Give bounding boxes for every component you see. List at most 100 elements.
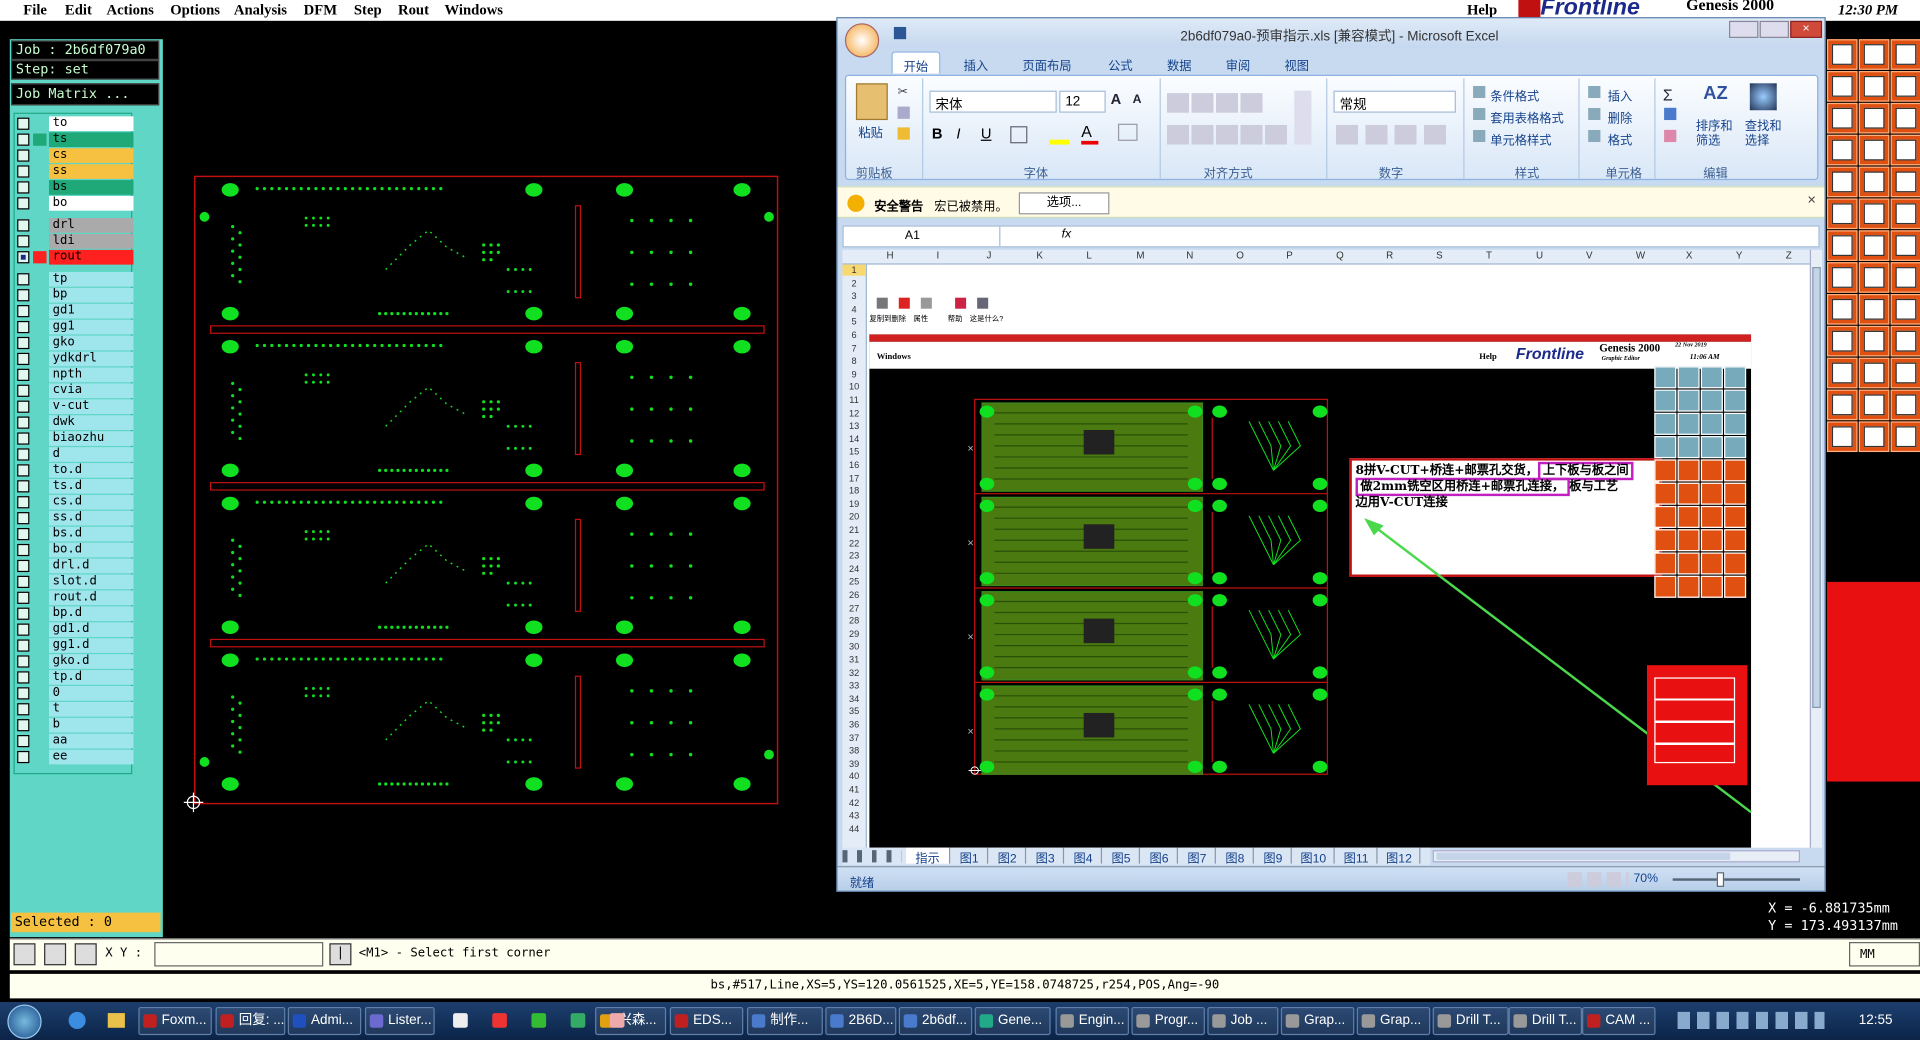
layer-name[interactable]: bs.d [48, 526, 134, 542]
quicklaunch-icon[interactable] [492, 1013, 507, 1028]
layer-name[interactable]: to [48, 116, 134, 132]
row-header[interactable]: 36 [842, 719, 865, 730]
wrap-merge-icon[interactable] [1294, 90, 1312, 145]
layer-name[interactable]: biaozhu [48, 431, 134, 446]
layer-name[interactable]: rout [48, 249, 134, 265]
layer-row[interactable]: bp.d [15, 606, 134, 622]
layer-row[interactable]: tp.d [15, 670, 134, 685]
format-painter-icon[interactable] [897, 127, 910, 140]
conditional-format-button[interactable]: 条件格式 [1490, 86, 1539, 104]
genesis-tool-button[interactable] [1858, 134, 1890, 166]
column-header[interactable]: I [936, 250, 939, 261]
layer-row[interactable]: ss.d [15, 510, 134, 526]
taskbar-item[interactable]: Admi... [287, 1006, 362, 1036]
layer-name[interactable]: ss.d [48, 510, 134, 526]
layer-row[interactable]: ldi [15, 233, 134, 249]
genesis-tool-button[interactable] [1826, 421, 1858, 453]
layer-row[interactable]: dwk [15, 415, 134, 430]
layer-row[interactable]: bs.d [15, 526, 134, 542]
menu-analysis[interactable]: Analysis [234, 1, 287, 19]
taskbar-item[interactable]: CAM ... [1582, 1006, 1656, 1036]
cell-styles-button[interactable]: 单元格样式 [1490, 130, 1551, 148]
layer-checkbox[interactable] [17, 591, 30, 604]
layer-row[interactable]: drl [15, 218, 134, 233]
genesis-tool-button[interactable] [1890, 389, 1920, 421]
menu-edit[interactable]: Edit [65, 1, 92, 19]
row-header[interactable]: 3 [842, 291, 865, 302]
layer-row[interactable]: to.d [15, 463, 134, 478]
column-header[interactable]: S [1436, 250, 1443, 261]
excel-window[interactable]: 2b6df079a0-预审指示.xls [兼容模式] - Microsoft E… [836, 17, 1826, 892]
layer-row[interactable]: v-cut [15, 399, 134, 415]
genesis-tool-button[interactable] [1858, 325, 1890, 357]
sheet-tab[interactable]: 图11 [1336, 847, 1378, 866]
units-mode[interactable]: MM [1848, 942, 1920, 967]
layer-row[interactable]: b [15, 717, 134, 733]
delete-cells-button[interactable]: 删除 [1608, 108, 1632, 126]
taskbar-item[interactable]: Engin... [1055, 1006, 1129, 1036]
row-header[interactable]: 21 [842, 524, 865, 535]
column-header[interactable]: M [1136, 250, 1144, 261]
layer-checkbox[interactable] [17, 512, 30, 525]
borders-icon[interactable] [1010, 126, 1028, 144]
ribbon-tab[interactable]: 审阅 [1215, 51, 1262, 73]
layer-name[interactable]: rout.d [48, 590, 134, 606]
layer-name[interactable]: dwk [48, 415, 134, 430]
genesis-tool-button[interactable] [1858, 166, 1890, 198]
taskbar-item[interactable]: 制作... [746, 1006, 823, 1036]
taskbar-item[interactable]: Grap... [1356, 1006, 1431, 1036]
font-name-select[interactable]: 宋体 [929, 90, 1057, 113]
copy-icon[interactable] [897, 106, 910, 119]
autosum-icon[interactable]: Σ [1663, 86, 1673, 104]
row-header[interactable]: 10 [842, 381, 865, 392]
genesis-tool-button[interactable] [1890, 134, 1920, 166]
layer-checkbox[interactable] [17, 400, 30, 413]
layer-row[interactable]: gg1 [15, 319, 134, 335]
layer-row[interactable]: aa [15, 733, 134, 749]
view-buttons[interactable] [1567, 872, 1629, 887]
row-header[interactable]: 19 [842, 498, 865, 509]
genesis-tool-button[interactable] [1890, 166, 1920, 198]
row-header[interactable]: 15 [842, 446, 865, 457]
row-header[interactable]: 2 [842, 278, 865, 289]
taskbar-item[interactable]: Foxm... [138, 1006, 212, 1036]
shrink-font-icon[interactable]: A [1133, 93, 1150, 113]
layer-checkbox[interactable] [17, 320, 30, 334]
layer-name[interactable]: gd1 [48, 303, 134, 319]
underline-button[interactable]: U [981, 125, 992, 142]
genesis-tool-button[interactable] [1890, 39, 1920, 70]
layer-checkbox[interactable] [17, 432, 30, 445]
layer-row[interactable]: rout [15, 249, 134, 265]
sheet-tab[interactable]: 图12 [1379, 847, 1421, 866]
layer-name[interactable]: b [48, 717, 134, 733]
row-header[interactable]: 37 [842, 732, 865, 743]
row-header[interactable]: 30 [842, 641, 865, 652]
layer-row[interactable]: cs [15, 148, 134, 163]
genesis-tool-button[interactable] [1826, 134, 1858, 166]
number-format-buttons[interactable] [1335, 124, 1454, 145]
genesis-tool-button[interactable] [1858, 39, 1890, 70]
taskbar-item[interactable]: 2b6df... [898, 1006, 973, 1036]
layer-row[interactable]: d [15, 447, 134, 462]
sort-filter-icon[interactable]: AZ [1703, 83, 1732, 110]
zoom-level[interactable]: 70% [1633, 872, 1658, 885]
layer-checkbox[interactable] [17, 368, 30, 381]
ribbon-tab[interactable]: 数据 [1156, 51, 1203, 73]
paste-icon[interactable] [855, 83, 888, 121]
horizontal-scrollbar[interactable] [1432, 850, 1801, 863]
vertical-scrollbar[interactable] [1809, 249, 1823, 848]
close-button[interactable]: × [1790, 20, 1823, 38]
layer-name[interactable]: bp [48, 287, 134, 303]
layer-name[interactable]: bo.d [48, 542, 134, 558]
ribbon-tab[interactable]: 公式 [1097, 51, 1144, 73]
taskbar-item[interactable]: Drill T... [1432, 1006, 1509, 1036]
row-header[interactable]: 13 [842, 420, 865, 431]
sheet-tab[interactable]: 图8 [1217, 847, 1254, 866]
menu-file[interactable]: File [23, 1, 47, 19]
layer-row[interactable]: ts [15, 132, 134, 147]
ribbon-tab[interactable]: 页面布局 [1011, 51, 1082, 73]
column-header[interactable]: P [1286, 250, 1293, 261]
menu-dfm[interactable]: DFM [304, 1, 337, 19]
row-header[interactable]: 14 [842, 433, 865, 444]
layer-name[interactable]: cvia [48, 383, 134, 399]
